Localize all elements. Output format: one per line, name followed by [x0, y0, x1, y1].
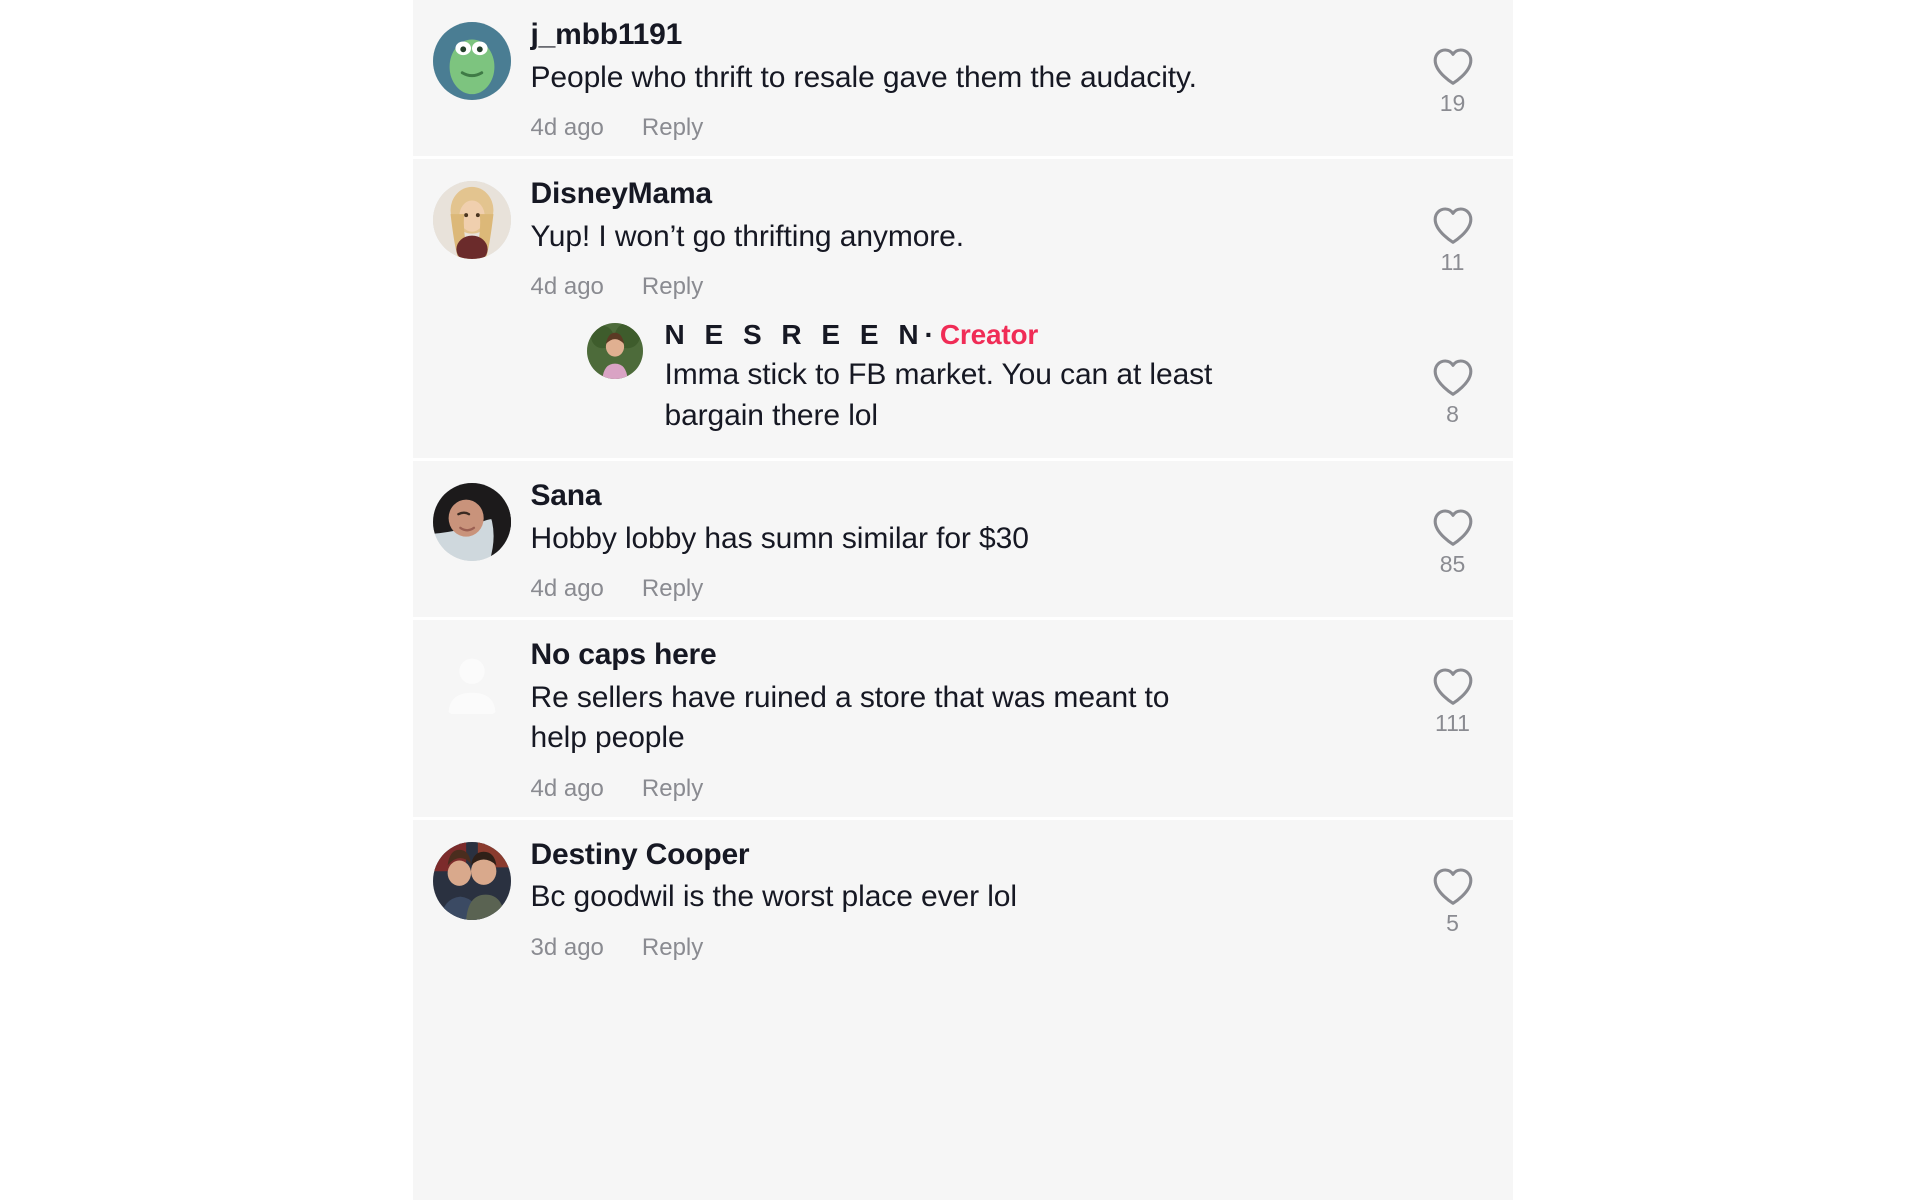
dark-hair-woman-avatar[interactable] [432, 483, 511, 561]
comment-username[interactable]: Destiny Cooper [531, 836, 1385, 874]
creator-separator: · [924, 319, 934, 350]
comment-block: No caps here Re sellers have ruined a st… [412, 617, 1513, 817]
comment-username[interactable]: No caps here [531, 636, 1385, 674]
comment-text: Yup! I won’t go thrifting anymore. [530, 219, 965, 253]
like-count: 85 [1439, 551, 1466, 577]
avatar-column [413, 836, 531, 920]
nested-reply-row: N E S R E E N · Creator Imma stick to FB… [413, 315, 1513, 458]
frog-avatar-icon [432, 22, 511, 100]
reply-button[interactable]: Reply [642, 273, 703, 301]
comment-meta: 3d ago Reply [531, 934, 1385, 962]
comment-username[interactable]: DisneyMama [531, 175, 1385, 213]
comment-timestamp: 3d ago [530, 933, 604, 961]
comment-text: Re sellers have ruined a store that was … [530, 680, 1170, 755]
comment-timestamp: 4d ago [530, 575, 604, 602]
comment-body: Destiny Cooper Bc goodwil is the worst p… [531, 836, 1393, 962]
comment-row: No caps here Re sellers have ruined a st… [413, 620, 1513, 817]
comment-block: Sana Hobby lobby has sumn similar for $3… [412, 458, 1513, 617]
avatar-column [413, 319, 643, 379]
heart-icon[interactable] [1431, 666, 1475, 706]
like-count: 5 [1446, 909, 1459, 936]
comment-meta: 4d ago Reply [531, 273, 1385, 301]
comment-body: Sana Hobby lobby has sumn similar for $3… [531, 477, 1393, 603]
comment-meta: 4d ago Reply [531, 575, 1385, 603]
comment-body: No caps here Re sellers have ruined a st… [531, 636, 1393, 803]
like-column: 5 [1393, 836, 1513, 935]
avatar-column [413, 477, 531, 561]
comment-row: Destiny Cooper Bc goodwil is the worst p… [413, 820, 1513, 976]
comment-body: j_mbb1191 People who thrift to resale ga… [531, 16, 1393, 142]
reply-button[interactable]: Reply [642, 934, 703, 962]
comment-block: DisneyMama Yup! I won’t go thrifting any… [412, 156, 1513, 458]
comment-block: Destiny Cooper Bc goodwil is the worst p… [412, 816, 1513, 976]
avatar-column [413, 16, 531, 100]
comment-body: DisneyMama Yup! I won’t go thrifting any… [531, 175, 1393, 301]
creator-avatar-icon [586, 323, 643, 379]
comment-text: Imma stick to FB market. You can at leas… [664, 358, 1213, 432]
comment-timestamp: 4d ago [530, 774, 604, 802]
like-column: 8 [1393, 319, 1513, 426]
blonde-woman-avatar[interactable] [432, 181, 511, 259]
default-person-avatar-icon [432, 642, 511, 720]
like-count: 11 [1440, 249, 1465, 275]
creator-avatar[interactable] [586, 323, 643, 379]
comment-text: People who thrift to resale gave them th… [530, 60, 1198, 94]
like-count: 19 [1439, 90, 1466, 116]
heart-icon[interactable] [1431, 357, 1475, 397]
comment-row: DisneyMama Yup! I won’t go thrifting any… [413, 159, 1513, 315]
comment-row: Sana Hobby lobby has sumn similar for $3… [413, 461, 1513, 617]
comment-username[interactable]: j_mbb1191 [531, 16, 1385, 54]
like-column: 19 [1393, 16, 1513, 115]
comment-username[interactable]: N E S R E E N [665, 319, 925, 351]
comment-timestamp: 4d ago [530, 273, 604, 300]
reply-button[interactable]: Reply [642, 575, 703, 603]
like-count: 111 [1435, 710, 1470, 736]
comments-screen: j_mbb1191 People who thrift to resale ga… [0, 0, 1920, 1200]
comment-meta: 4d ago Reply [531, 775, 1385, 803]
comment-text: Bc goodwil is the worst place ever lol [530, 880, 1018, 913]
couple-avatar[interactable] [432, 841, 511, 920]
blonde-woman-avatar-icon [432, 181, 511, 259]
avatar-column [413, 175, 531, 259]
comments-panel: j_mbb1191 People who thrift to resale ga… [412, 0, 1513, 1200]
like-column: 85 [1393, 477, 1513, 576]
nested-reply-body: N E S R E E N · Creator Imma stick to FB… [643, 319, 1393, 436]
heart-icon[interactable] [1431, 507, 1475, 547]
creator-username-row: N E S R E E N · Creator [665, 319, 1385, 351]
comment-block: j_mbb1191 People who thrift to resale ga… [412, 0, 1513, 156]
heart-icon[interactable] [1431, 205, 1475, 245]
comment-timestamp: 4d ago [530, 114, 604, 141]
comment-text: Hobby lobby has sumn similar for $30 [530, 521, 1029, 555]
like-column: 11 [1393, 175, 1513, 274]
couple-avatar-icon [432, 841, 511, 920]
comment-row: j_mbb1191 People who thrift to resale ga… [413, 0, 1513, 156]
creator-badge: Creator [939, 319, 1039, 350]
reply-button[interactable]: Reply [642, 114, 703, 142]
heart-icon[interactable] [1431, 866, 1475, 906]
heart-icon[interactable] [1431, 46, 1475, 86]
like-column: 111 [1393, 636, 1513, 735]
comment-username[interactable]: Sana [531, 477, 1385, 515]
frog-avatar[interactable] [432, 22, 511, 100]
comment-meta: 4d ago Reply [531, 114, 1385, 142]
reply-button[interactable]: Reply [642, 775, 703, 803]
like-count: 8 [1446, 401, 1459, 427]
avatar-column [413, 636, 531, 720]
dark-hair-woman-avatar-icon [432, 483, 511, 561]
default-person-avatar[interactable] [432, 642, 511, 720]
